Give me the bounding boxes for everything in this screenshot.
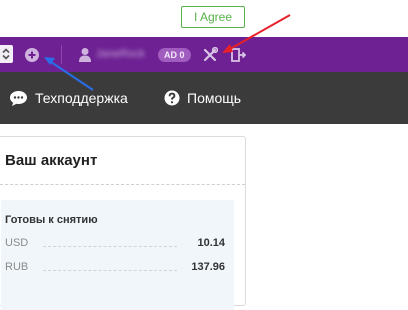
nav-help-label: Помощь bbox=[187, 90, 242, 106]
help-circle-icon bbox=[164, 90, 180, 106]
balance-row: RUB 137.96 bbox=[5, 260, 225, 274]
balance-panel: Готовы к снятию USD 10.14 RUB 137.96 bbox=[1, 200, 234, 310]
nav-support[interactable]: Техподдержка bbox=[9, 72, 128, 124]
currency-select-stub[interactable] bbox=[0, 45, 13, 63]
logout-icon[interactable] bbox=[230, 47, 246, 63]
balance-amount: 137.96 bbox=[191, 261, 225, 273]
main-nav: Техподдержка Помощь bbox=[0, 72, 408, 124]
currency-label: RUB bbox=[5, 261, 29, 273]
dotted-leader bbox=[43, 270, 177, 271]
chat-bubble-icon bbox=[10, 90, 27, 106]
username[interactable]: JaneRock bbox=[96, 48, 152, 61]
balance-amount: 10.14 bbox=[197, 237, 225, 249]
balance-row: USD 10.14 bbox=[5, 236, 225, 250]
currency-label: USD bbox=[5, 237, 29, 249]
account-title: Ваш аккаунт bbox=[5, 152, 98, 169]
top-bar: JaneRock AD 0 bbox=[0, 37, 408, 72]
dotted-leader bbox=[43, 246, 177, 247]
chevron-updown-icon bbox=[2, 48, 10, 60]
nav-support-label: Техподдержка bbox=[35, 90, 128, 106]
card-divider bbox=[0, 184, 245, 185]
tools-icon[interactable] bbox=[202, 47, 218, 63]
user-icon bbox=[79, 48, 91, 62]
nav-help[interactable]: Помощь bbox=[164, 72, 241, 124]
balance-heading: Готовы к снятию bbox=[5, 214, 98, 226]
ad-count-badge: AD 0 bbox=[158, 48, 191, 62]
agree-button[interactable]: I Agree bbox=[181, 6, 245, 28]
add-circle-icon[interactable] bbox=[24, 47, 40, 63]
account-card: Ваш аккаунт Готовы к снятию USD 10.14 RU… bbox=[0, 136, 246, 310]
topbar-divider bbox=[61, 45, 62, 64]
